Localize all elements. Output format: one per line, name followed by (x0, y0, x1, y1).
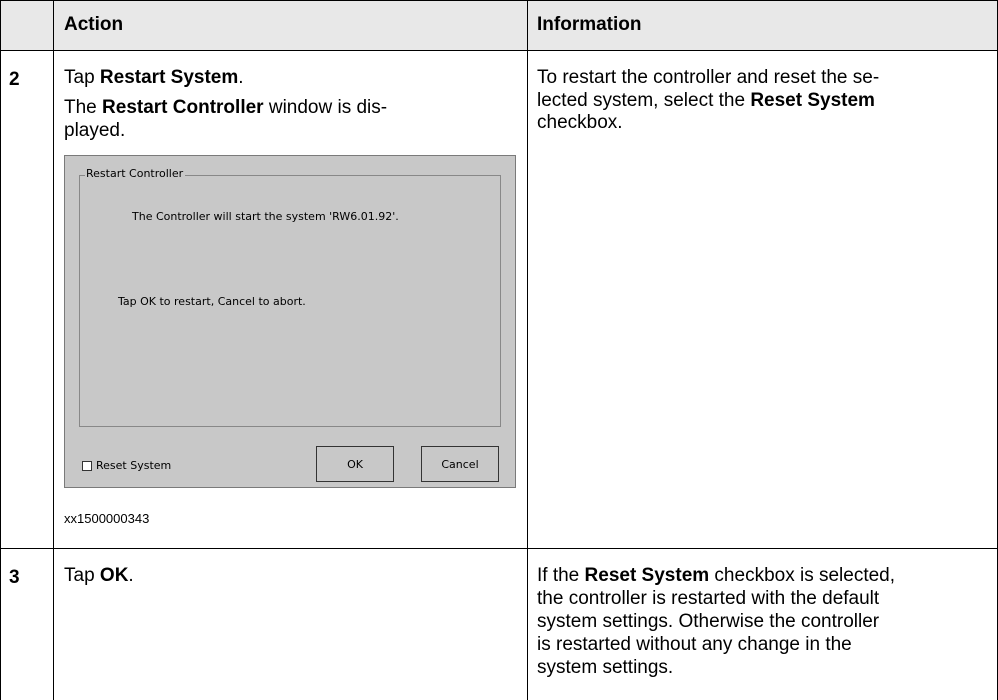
figure-caption: xx1500000343 (64, 511, 150, 526)
info-line-1: If the Reset System checkbox is selected… (537, 565, 896, 586)
action-line-1: Tap OK. (64, 565, 134, 586)
dialog-message-instructions: Tap OK to restart, Cancel to abort. (118, 295, 306, 308)
info-line-3: checkbox. (537, 112, 623, 133)
info-line-4: is restarted without any change in the (537, 634, 852, 655)
restart-controller-group: Restart Controller The Controller will s… (79, 167, 501, 427)
step-number: 3 (9, 567, 20, 588)
header-action: Action (64, 14, 124, 35)
group-title: Restart Controller (85, 167, 186, 180)
info-line-1: To restart the controller and reset the … (537, 67, 880, 88)
info-line-3: system settings. Otherwise the controlle… (537, 611, 880, 632)
restart-controller-dialog: Restart Controller The Controller will s… (64, 155, 516, 488)
action-line-2: The Restart Controller window is dis- (64, 97, 388, 118)
action-line-3: played. (64, 120, 126, 141)
table-header-divider (0, 50, 998, 51)
header-information: Information (537, 14, 642, 35)
info-line-5: system settings. (537, 657, 674, 678)
step-number: 2 (9, 69, 20, 90)
table-divider-action (527, 0, 528, 700)
table-divider-step (53, 0, 54, 700)
table-row-divider (0, 548, 998, 549)
reset-system-checkbox[interactable]: Reset System (82, 459, 171, 472)
action-line-1: Tap Restart System. (64, 67, 244, 88)
cancel-button[interactable]: Cancel (421, 446, 499, 482)
dialog-message-start: The Controller will start the system 'RW… (132, 210, 399, 223)
info-line-2: lected system, select the Reset System (537, 90, 875, 111)
ok-button[interactable]: OK (316, 446, 394, 482)
table-border-top (0, 0, 998, 1)
checkbox-box[interactable] (82, 460, 92, 471)
instruction-table: Action Information 2 Tap Restart System.… (0, 0, 998, 700)
info-line-2: the controller is restarted with the def… (537, 588, 880, 609)
reset-system-label: Reset System (96, 459, 172, 472)
table-border-left (0, 0, 1, 700)
table-header-background (0, 0, 998, 50)
